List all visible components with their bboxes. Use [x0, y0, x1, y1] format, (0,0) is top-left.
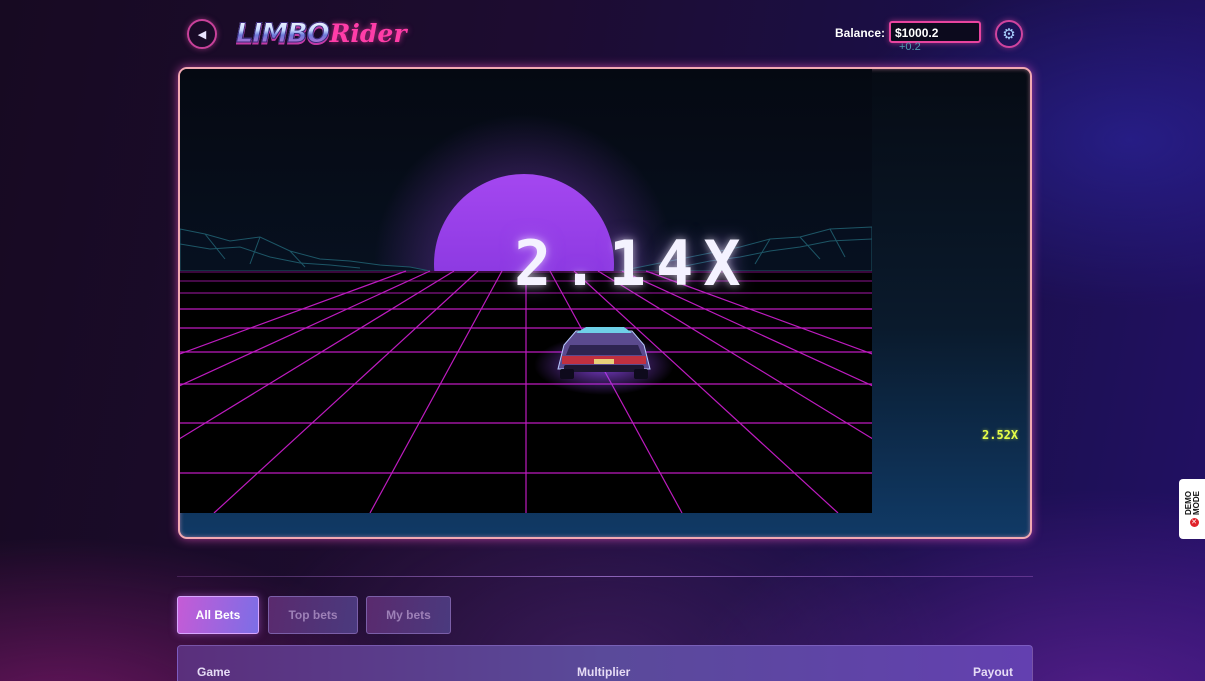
balance-label: Balance:	[835, 26, 886, 40]
tab-my-bets[interactable]: My bets	[366, 596, 451, 634]
column-header-payout: Payout	[972, 665, 1013, 679]
back-button[interactable]: ◀	[187, 19, 217, 49]
section-divider	[177, 576, 1033, 577]
tab-all-bets[interactable]: All Bets	[177, 596, 259, 634]
column-header-game: Game	[197, 665, 231, 679]
balance-value: $1000.2	[889, 21, 981, 43]
balance-delta: +0.2	[899, 41, 921, 53]
column-header-multiplier: Multiplier	[577, 665, 631, 679]
game-scene: 2.14X	[180, 69, 872, 513]
demo-text-line2: MODE	[1192, 491, 1201, 515]
logo-limbo-text: LIMBO	[236, 17, 331, 49]
tab-top-bets[interactable]: Top bets	[268, 596, 358, 634]
demo-mode-text: DEMO MODE	[1184, 491, 1203, 515]
current-multiplier: 2.14X	[514, 227, 751, 300]
demo-mode-badge[interactable]: DEMO MODE ✕	[1179, 479, 1205, 539]
target-multiplier-marker: 2.52X	[982, 428, 1019, 442]
gear-icon: ⚙	[1002, 26, 1016, 43]
game-frame: 2.14X 2.52X	[178, 67, 1032, 539]
settings-button[interactable]: ⚙	[995, 20, 1023, 48]
back-arrow-icon: ◀	[197, 28, 207, 41]
demo-close-icon: ✕	[1189, 518, 1199, 527]
bets-table-header: Game Multiplier Payout	[177, 645, 1033, 681]
logo-rider-text: Rider	[329, 18, 407, 48]
game-logo: LIMBO Rider	[236, 14, 407, 52]
